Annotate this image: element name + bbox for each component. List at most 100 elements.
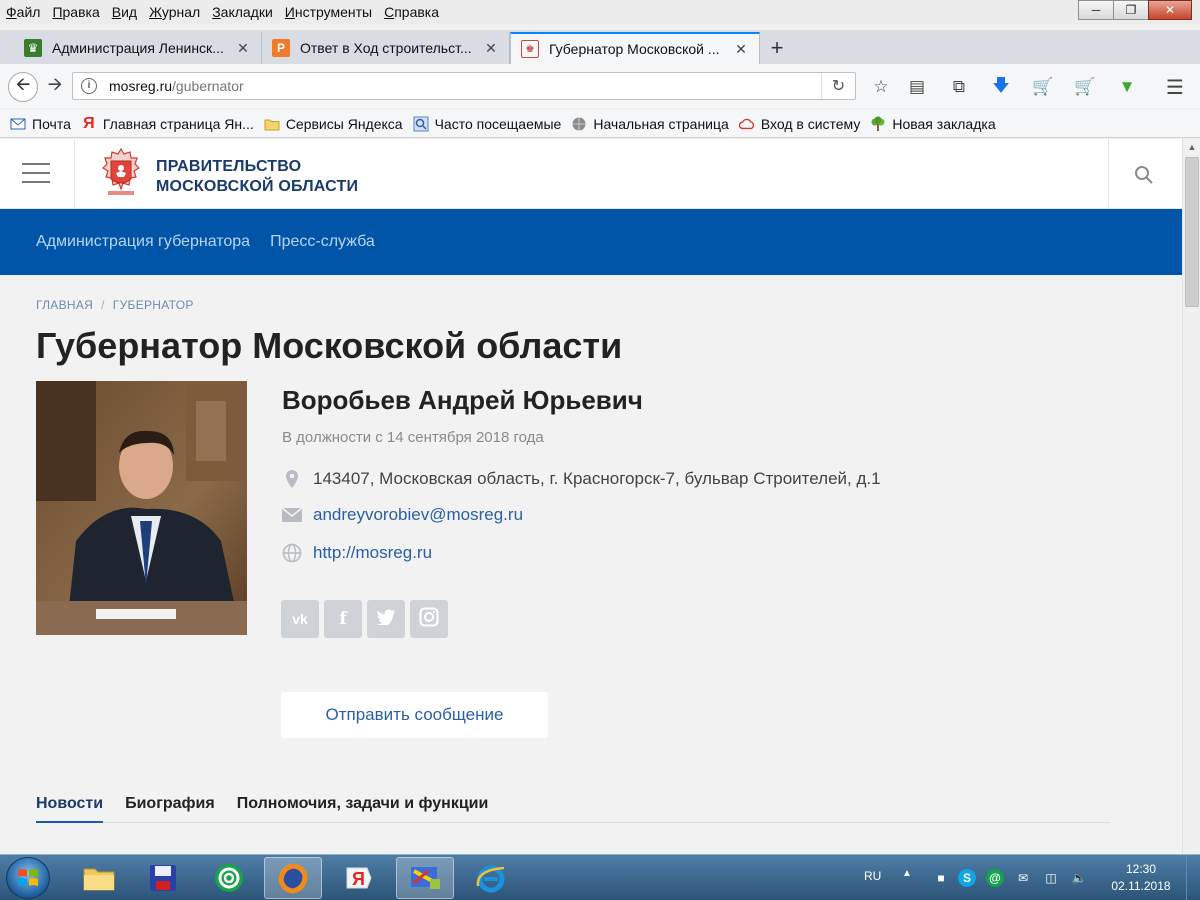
facebook-button[interactable]: f	[324, 600, 362, 638]
scrollbar-thumb[interactable]	[1185, 157, 1199, 307]
tab-news[interactable]: Новости	[36, 795, 104, 823]
bookmark-yandex-home[interactable]: Я Главная страница Ян...	[81, 115, 254, 132]
show-desktop-button[interactable]	[1186, 855, 1200, 900]
bookmark-label: Часто посещаемые	[434, 115, 562, 132]
arrow-right-icon: 🡪	[47, 74, 63, 94]
subnav-press-service[interactable]: Пресс-служба	[270, 233, 375, 251]
tab-powers-tasks-functions[interactable]: Полномочия, задачи и функции	[237, 795, 489, 823]
reload-button[interactable]: ↻	[821, 73, 855, 99]
taskbar-internet-explorer[interactable]	[462, 857, 520, 899]
clipboard-icon: ▤	[908, 77, 926, 96]
taskbar-save-app[interactable]	[134, 857, 192, 899]
close-icon: ✕	[1164, 3, 1176, 17]
menu-bookmarks[interactable]: Закладки	[212, 4, 273, 20]
taskbar-messenger[interactable]	[200, 857, 258, 899]
vk-icon: vk	[292, 611, 308, 627]
download-helper-button[interactable]: ▼	[1116, 76, 1138, 98]
email-row: andreyvorobiev@mosreg.ru	[282, 505, 523, 525]
twitter-button[interactable]	[367, 600, 405, 638]
page-scrollbar[interactable]: ▲	[1182, 139, 1200, 854]
start-button[interactable]	[6, 857, 50, 899]
tray-network-icon[interactable]: ◫	[1042, 869, 1060, 887]
bookmark-star-button[interactable]: ☆	[870, 76, 892, 98]
tray-volume-icon[interactable]: 🔈	[1070, 869, 1088, 887]
hamburger-icon: ☰	[1166, 76, 1184, 99]
email-link[interactable]: andreyvorobiev@mosreg.ru	[313, 505, 523, 525]
menu-tools[interactable]: Инструменты	[285, 4, 372, 20]
tab-close-icon[interactable]: ✕	[733, 41, 749, 58]
download-arrow-icon: 🡇	[992, 75, 1010, 95]
twitter-bird-icon	[376, 609, 396, 630]
scroll-up-arrow-icon[interactable]: ▲	[1183, 139, 1200, 155]
menu-history[interactable]: Журнал	[149, 4, 200, 20]
tray-network-meter-icon[interactable]: ■	[932, 869, 950, 887]
taskbar-drawing-app[interactable]	[396, 857, 454, 899]
system-clock[interactable]: 12:30 02.11.2018	[1102, 861, 1180, 895]
governor-tenure: В должности с 14 сентября 2018 года	[282, 429, 544, 446]
breadcrumb-home[interactable]: ГЛАВНАЯ	[36, 298, 93, 312]
breadcrumb: ГЛАВНАЯ / ГУБЕРНАТОР	[36, 298, 194, 312]
language-indicator[interactable]: RU	[864, 869, 881, 883]
restore-button[interactable]: ❐	[1113, 0, 1149, 20]
instagram-button[interactable]	[410, 600, 448, 638]
coat-of-arms-favicon-icon: ♛	[24, 39, 42, 57]
svg-text:Я: Я	[352, 869, 365, 889]
reading-list-button[interactable]: ▤	[906, 76, 928, 98]
app-menu-button[interactable]: ☰	[1164, 76, 1186, 99]
browser-tab-3-active[interactable]: ♚ Губернатор Московской ... ✕	[510, 32, 760, 64]
downloads-button[interactable]: 🡇	[990, 76, 1012, 98]
website-link[interactable]: http://mosreg.ru	[313, 543, 432, 563]
forward-button[interactable]: 🡪	[44, 74, 66, 98]
bookmark-login[interactable]: Вход в систему	[738, 116, 860, 132]
close-window-button[interactable]: ✕	[1148, 0, 1192, 20]
bookmark-label: Главная страница Ян...	[102, 115, 254, 132]
minimize-button[interactable]: ─	[1078, 0, 1114, 20]
breadcrumb-governor[interactable]: ГУБЕРНАТОР	[113, 298, 194, 312]
taskbar-explorer[interactable]	[70, 857, 128, 899]
tray-mail-icon[interactable]: ✉	[1014, 869, 1032, 887]
shopping-cart-button-2[interactable]: 🛒	[1074, 76, 1096, 98]
browser-tab-1[interactable]: ♛ Администрация Ленинск... ✕	[14, 32, 262, 64]
subnav-governor-administration[interactable]: Администрация губернатора	[36, 233, 250, 251]
menu-help[interactable]: Справка	[384, 4, 439, 20]
bookmark-new[interactable]: Новая закладка	[870, 116, 996, 132]
tab-close-icon[interactable]: ✕	[483, 40, 499, 57]
bookmark-mail[interactable]: Почта	[10, 116, 71, 132]
section-navigation: Администрация губернатора Пресс-служба	[0, 209, 1182, 275]
green-download-icon: ▼	[1118, 77, 1136, 96]
new-tab-button[interactable]: +	[760, 32, 794, 64]
tray-skype-icon[interactable]: S	[958, 869, 976, 887]
cart-icon: 🛒	[1074, 77, 1096, 96]
site-header: ПРАВИТЕЛЬСТВО МОСКОВСКОЙ ОБЛАСТИ	[0, 139, 1182, 209]
menu-view[interactable]: Вид	[112, 4, 137, 20]
envelope-icon	[282, 505, 302, 525]
vk-button[interactable]: vk	[281, 600, 319, 638]
tab-biography[interactable]: Биография	[125, 795, 215, 823]
taskbar-firefox[interactable]	[264, 857, 322, 899]
pocket-button[interactable]: ⧉	[948, 76, 970, 98]
government-title[interactable]: ПРАВИТЕЛЬСТВО МОСКОВСКОЙ ОБЛАСТИ	[156, 157, 358, 197]
site-info-icon[interactable]: i	[81, 78, 97, 94]
site-menu-button[interactable]	[22, 163, 50, 183]
back-button[interactable]: 🡨	[8, 72, 38, 102]
moscow-oblast-emblem-icon[interactable]	[100, 147, 142, 199]
taskbar-yandex-browser[interactable]: Я	[330, 857, 388, 899]
address-text: 143407, Московская область, г. Красногор…	[313, 469, 881, 488]
bookmark-most-visited[interactable]: Часто посещаемые	[413, 115, 562, 132]
tab-close-icon[interactable]: ✕	[235, 40, 251, 57]
window-controls: ─ ❐ ✕	[1078, 0, 1192, 20]
bookmark-label: Почта	[32, 115, 71, 132]
tray-messenger-icon[interactable]: @	[986, 869, 1004, 887]
reload-icon: ↻	[831, 78, 846, 95]
browser-tab-2[interactable]: P Ответ в Ход строительст... ✕	[262, 32, 510, 64]
tab-title: Администрация Ленинск...	[52, 40, 224, 56]
show-hidden-icons-arrow-icon[interactable]: ▲	[902, 868, 912, 879]
bookmark-start-page[interactable]: Начальная страница	[571, 116, 729, 132]
site-search-button[interactable]	[1134, 165, 1154, 185]
shopping-cart-button-1[interactable]: 🛒	[1032, 76, 1054, 98]
menu-file[interactable]: Файл	[6, 4, 40, 20]
bookmark-yandex-services[interactable]: Сервисы Яндекса	[264, 116, 403, 132]
send-message-button[interactable]: Отправить сообщение	[281, 692, 548, 738]
url-bar[interactable]: i mosreg.ru/gubernator ↻	[72, 72, 856, 100]
menu-edit[interactable]: Правка	[52, 4, 99, 20]
